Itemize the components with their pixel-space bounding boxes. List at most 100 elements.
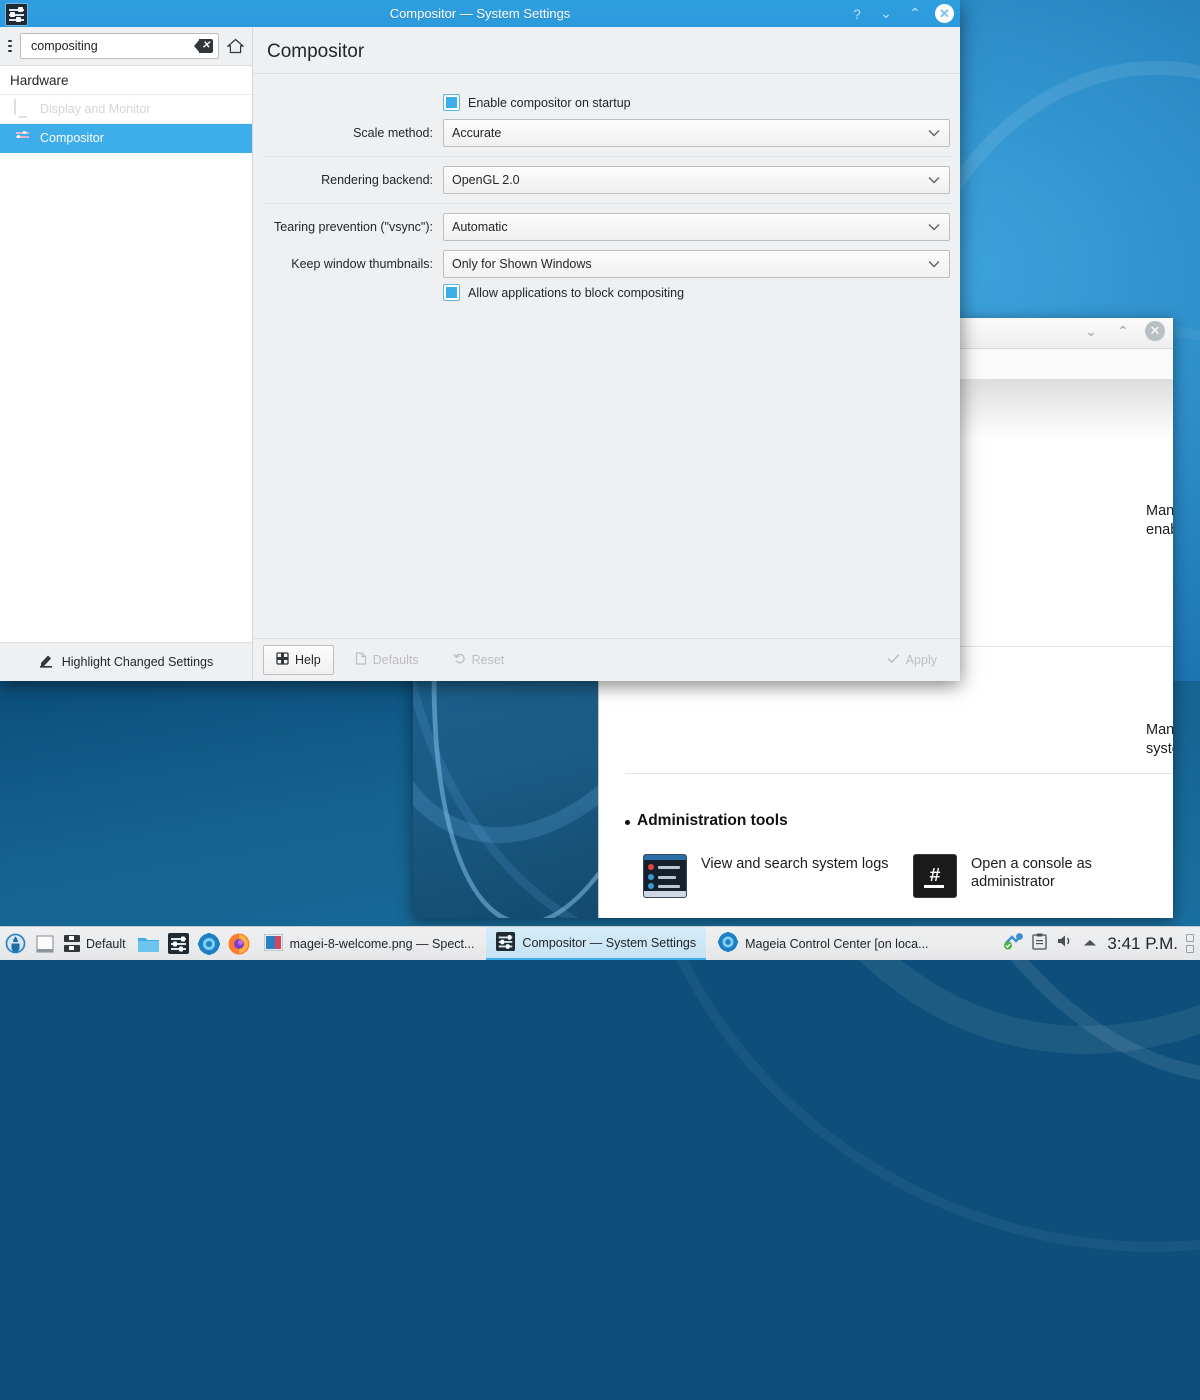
window-title: Compositor — System Settings: [0, 0, 960, 27]
launcher-system-settings-icon[interactable]: [164, 927, 194, 960]
highlight-changed-settings-button[interactable]: Highlight Changed Settings: [0, 642, 252, 681]
mcc-maximize-button[interactable]: ⌃: [1113, 321, 1133, 341]
system-logs-icon: [643, 854, 687, 898]
mcc-section-title-administration: Administration tools: [637, 812, 788, 830]
taskbar: Default: [0, 926, 1200, 960]
tearing-prevention-select[interactable]: Automatic: [443, 213, 950, 241]
help-label: Help: [295, 653, 321, 667]
mcc-minimize-button[interactable]: ⌄: [1081, 321, 1101, 341]
highlight-label: Highlight Changed Settings: [62, 655, 214, 669]
tearing-prevention-label: Tearing prevention ("vsync"):: [263, 220, 443, 234]
apply-button: Apply: [874, 645, 950, 675]
keep-window-thumbnails-select[interactable]: Only for Shown Windows: [443, 250, 950, 278]
mcc-tool-open-console[interactable]: # Open a console as administrator: [913, 854, 1163, 898]
sidebar-item-compositor[interactable]: Compositor: [0, 124, 252, 153]
search-input[interactable]: [29, 38, 194, 54]
mcc-window-controls[interactable]: ⌄ ⌃ ✕: [1081, 321, 1165, 341]
mageia-menu-icon[interactable]: [0, 927, 30, 960]
chevron-down-icon: [928, 173, 940, 187]
scale-method-row: Scale method: Accurate: [263, 119, 950, 147]
scale-method-label: Scale method:: [263, 126, 443, 140]
checkmark-icon: [887, 653, 900, 667]
window-controls[interactable]: ? ⌄ ⌃ ✕: [848, 0, 954, 27]
task-label: Mageia Control Center [on loca...: [745, 937, 928, 951]
monitor-icon: [14, 100, 32, 118]
rendering-backend-select[interactable]: OpenGL 2.0: [443, 166, 950, 194]
enable-compositor-row[interactable]: Enable compositor on startup: [263, 88, 950, 119]
mcc-description-services: Manage system services by enabling or di…: [1146, 502, 1173, 539]
titlebar[interactable]: Compositor — System Settings ? ⌄ ⌃ ✕: [0, 0, 960, 27]
mcc-description-localization: Manage localization for your system: [1146, 721, 1173, 758]
defaults-button: Defaults: [342, 645, 432, 675]
sidebar-item-display-and-monitor[interactable]: Display and Monitor: [0, 95, 252, 124]
task-list: magei-8-welcome.png — Spect... Composito…: [254, 927, 1000, 960]
pager-label: Default: [86, 937, 126, 951]
sidebar-category-hardware: Hardware: [0, 66, 252, 95]
launcher-firefox-icon[interactable]: [224, 927, 254, 960]
apply-label: Apply: [906, 653, 937, 667]
form-separator: [263, 203, 950, 204]
rendering-backend-value: OpenGL 2.0: [452, 173, 520, 187]
allow-block-compositing-row[interactable]: Allow applications to block compositing: [263, 278, 950, 309]
window-body: ✕ Hardware Display and Monitor: [0, 27, 960, 681]
mcc-tool-label: View and search system logs: [701, 854, 889, 874]
task-button-spectacle[interactable]: magei-8-welcome.png — Spect...: [254, 928, 485, 959]
launcher-file-manager-icon[interactable]: [134, 927, 164, 960]
maximize-button[interactable]: ⌃: [906, 5, 924, 23]
sidebar-item-label: Compositor: [40, 131, 104, 145]
task-label: magei-8-welcome.png — Spect...: [290, 937, 475, 951]
tearing-prevention-row: Tearing prevention ("vsync"): Automatic: [263, 213, 950, 241]
allow-block-compositing-label: Allow applications to block compositing: [468, 286, 684, 300]
show-hidden-tray-icon[interactable]: [1083, 935, 1097, 953]
sidebar: ✕ Hardware Display and Monitor: [0, 27, 253, 681]
chevron-down-icon: [928, 257, 940, 271]
help-button[interactable]: Help: [263, 645, 334, 675]
help-button-titlebar[interactable]: ?: [848, 5, 866, 23]
undo-arrow-icon: [453, 652, 466, 668]
volume-icon[interactable]: [1056, 933, 1074, 954]
network-manager-icon[interactable]: [1003, 932, 1023, 955]
reset-button: Reset: [440, 645, 518, 675]
task-button-system-settings[interactable]: Compositor — System Settings: [486, 927, 706, 960]
sidebar-item-label: Display and Monitor: [40, 102, 150, 116]
mcc-tool-view-logs[interactable]: View and search system logs: [643, 854, 893, 898]
keep-window-thumbnails-value: Only for Shown Windows: [452, 257, 592, 271]
rendering-backend-label: Rendering backend:: [263, 173, 443, 187]
rendering-backend-row: Rendering backend: OpenGL 2.0: [263, 166, 950, 194]
keep-window-thumbnails-label: Keep window thumbnails:: [263, 257, 443, 271]
minimize-button[interactable]: ⌄: [877, 5, 895, 23]
scale-method-value: Accurate: [452, 126, 501, 140]
search-box[interactable]: ✕: [20, 33, 219, 59]
chevron-down-icon: [928, 220, 940, 234]
clock[interactable]: 3:41 P.M.: [1105, 934, 1186, 954]
allow-block-compositing-checkbox[interactable]: [443, 284, 460, 301]
launcher-mageia-control-center-icon[interactable]: [194, 927, 224, 960]
enable-compositor-checkbox[interactable]: [443, 94, 460, 111]
page-title: Compositor: [253, 27, 960, 74]
main-panel: Compositor Enable compositor on startup …: [253, 27, 960, 681]
system-settings-icon: [496, 932, 515, 954]
mageia-control-center-icon: [718, 932, 738, 955]
system-settings-window[interactable]: Compositor — System Settings ? ⌄ ⌃ ✕ ✕: [0, 0, 960, 681]
mcc-section-bullet: [625, 820, 630, 825]
clear-text-icon[interactable]: ✕: [194, 39, 214, 53]
show-desktop-icon[interactable]: [30, 927, 60, 960]
defaults-label: Defaults: [373, 653, 419, 667]
highlighter-pen-icon: [39, 653, 54, 671]
system-tray: [999, 932, 1105, 955]
hamburger-menu-icon[interactable]: [8, 35, 12, 57]
close-button[interactable]: ✕: [935, 4, 954, 23]
virtual-desktop-pager[interactable]: Default: [60, 932, 134, 955]
pager-icon: [64, 935, 80, 953]
form-separator: [263, 156, 950, 157]
tearing-prevention-value: Automatic: [452, 220, 508, 234]
home-icon[interactable]: [227, 35, 244, 57]
taskbar-corner-handle[interactable]: [1186, 934, 1200, 953]
task-button-mageia-control-center[interactable]: Mageia Control Center [on loca...: [708, 928, 938, 959]
clipboard-icon[interactable]: [1032, 933, 1047, 955]
mcc-close-button[interactable]: ✕: [1145, 321, 1165, 341]
compositor-icon: [14, 129, 32, 147]
scale-method-select[interactable]: Accurate: [443, 119, 950, 147]
footer-button-bar: Help Defaults: [253, 638, 960, 681]
sidebar-search-row: ✕: [0, 27, 252, 66]
